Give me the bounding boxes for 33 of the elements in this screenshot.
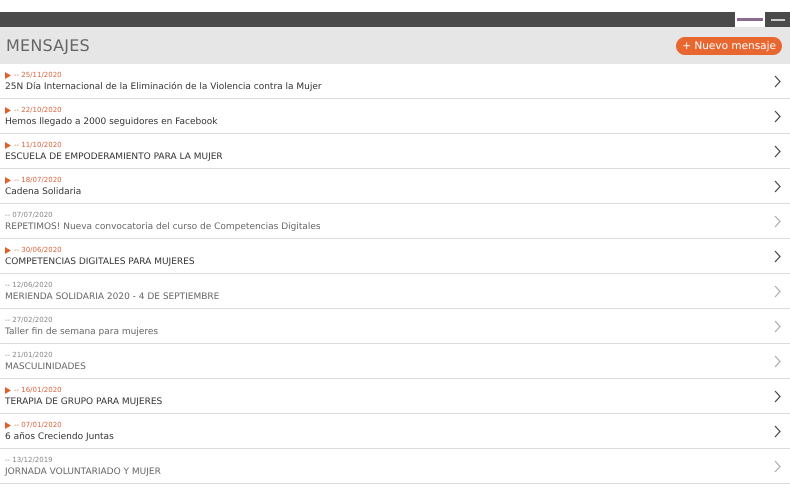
chevron-right-icon xyxy=(774,214,781,228)
unread-marker-icon xyxy=(5,72,11,78)
chevron-right-icon xyxy=(774,354,781,368)
message-title: Hemos llegado a 2000 seguidores en Facebook xyxy=(5,116,218,126)
chevron-right-icon xyxy=(774,250,781,262)
message-title: MASCULINIDADES xyxy=(5,362,86,372)
chevron-right-icon xyxy=(774,390,781,402)
message-title: 6 años Creciendo Juntas xyxy=(5,432,114,442)
chevron-right-icon xyxy=(774,144,781,158)
unread-marker-icon xyxy=(5,176,11,184)
message-title: ESCUELA DE EMPODERAMIENTO PARA LA MUJER xyxy=(5,152,223,162)
logo-icon xyxy=(735,12,765,27)
unread-marker-icon xyxy=(5,422,11,428)
chevron-right-icon xyxy=(774,180,781,192)
chevron-right-icon xyxy=(774,424,781,438)
chevron-right-icon xyxy=(774,284,781,298)
unread-marker-icon xyxy=(5,386,11,394)
message-title: Taller fin de semana para mujeres xyxy=(5,326,158,336)
message-title: TERAPIA DE GRUPO PARA MUJERES xyxy=(5,396,162,406)
unread-marker-icon xyxy=(5,142,11,148)
unread-marker-icon xyxy=(5,246,11,254)
chevron-right-icon xyxy=(774,110,781,122)
chevron-right-icon xyxy=(774,460,781,472)
message-title: Cadena Solidaria xyxy=(5,186,82,196)
chevron-right-icon xyxy=(774,320,781,332)
chevron-right-icon xyxy=(774,74,781,88)
message-title: JORNADA VOLUNTARIADO Y MUJER xyxy=(5,466,161,476)
message-title: MERIENDA SOLIDARIA 2020 - 4 DE SEPTIEMBRE xyxy=(5,292,220,302)
message-title: REPETIMOS! Nueva convocatoria del curso de Competencias Digitales xyxy=(5,222,321,232)
unread-marker-icon xyxy=(5,106,11,114)
message-title: COMPETENCIAS DIGITALES PARA MUJERES xyxy=(5,256,195,266)
message-title: 25N Día Internacional de la Eliminación de la Violencia contra la Mujer xyxy=(5,82,322,92)
page-title: MENSAJES xyxy=(6,36,90,55)
